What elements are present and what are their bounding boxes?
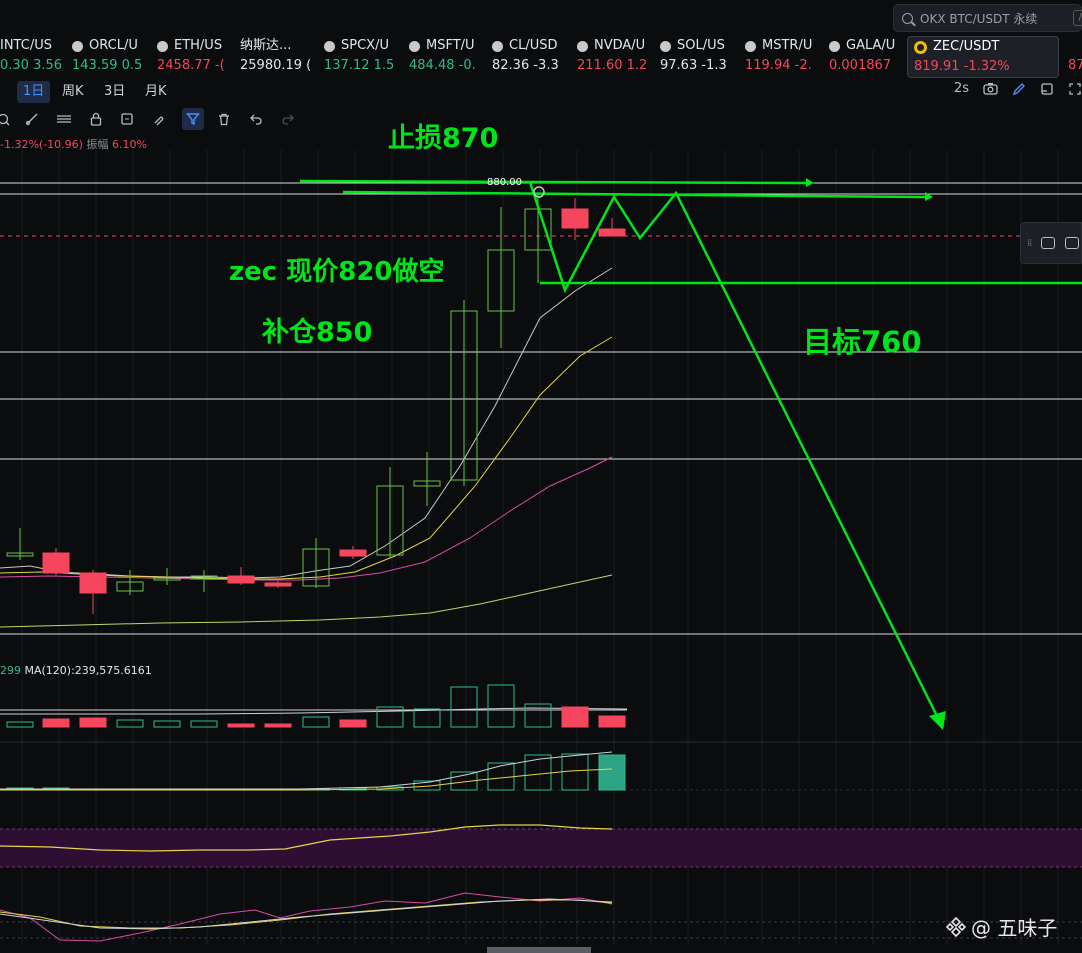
watermark: @ 五味子 (945, 912, 1057, 941)
kdj-line-yellow (0, 899, 613, 929)
replay-icon[interactable] (1041, 237, 1056, 249)
volume-bar (487, 684, 515, 728)
indicator-line-yellow (0, 768, 613, 791)
indicator-line-white (0, 751, 613, 790)
candle-body (264, 582, 292, 587)
kdj-line-white (0, 898, 613, 930)
price-chart[interactable]: 880.00 (0, 0, 1082, 953)
short-entry-annotation: zec 现价820做空 (229, 257, 445, 287)
ma-line-yellow (0, 336, 613, 580)
candle-body (339, 549, 367, 557)
volume-bar (450, 686, 478, 728)
level-lines (0, 182, 1082, 635)
stop-loss-annotation: 止损870 (388, 123, 499, 154)
volume-bar (190, 720, 218, 728)
ma-panel-label: 299 MA(120):239,575.6161 (0, 664, 152, 677)
watermark-text: @ 五味子 (971, 916, 1058, 940)
binance-logo-icon (945, 916, 967, 937)
candle-body (79, 572, 107, 594)
candle-body (561, 208, 589, 229)
candle-body (598, 228, 626, 237)
drag-handle-icon[interactable]: ⁞⁞ (1027, 238, 1032, 249)
volume-bar (153, 720, 181, 728)
indicator-bars (6, 753, 626, 791)
volume-bar (339, 719, 367, 728)
volume-bar (6, 721, 34, 728)
price-marker-label: 880.00 (487, 177, 522, 188)
volume-bar (42, 718, 70, 728)
ma-line-pink (0, 456, 613, 581)
indicator-bar (524, 754, 552, 791)
volume-bar (524, 703, 552, 728)
indicator-bar (561, 753, 589, 791)
volume-bar (264, 723, 292, 728)
oscillator-band (0, 829, 1082, 867)
indicator-bar (598, 754, 626, 791)
volume-ma-line-2 (0, 707, 628, 715)
volume-bar (561, 706, 589, 728)
projection-path (528, 181, 942, 723)
volume-bar (79, 717, 107, 728)
scroll-thumb (487, 947, 591, 953)
panel-icon[interactable] (1065, 237, 1080, 249)
add-position-annotation: 补仓850 (262, 317, 373, 348)
volume-bar (116, 719, 144, 728)
candle-body (42, 552, 70, 574)
volume-bar (413, 708, 441, 728)
volume-bars (6, 684, 626, 728)
candle-body (227, 575, 255, 584)
vertical-gridlines (21, 150, 1059, 945)
volume-bar (227, 723, 255, 728)
volume-bar (302, 716, 330, 728)
crosshair-marker (533, 186, 545, 198)
volume-bar (598, 715, 626, 728)
side-widget[interactable]: ⁞⁞ (1020, 222, 1082, 264)
target-annotation: 目标760 (803, 325, 922, 359)
